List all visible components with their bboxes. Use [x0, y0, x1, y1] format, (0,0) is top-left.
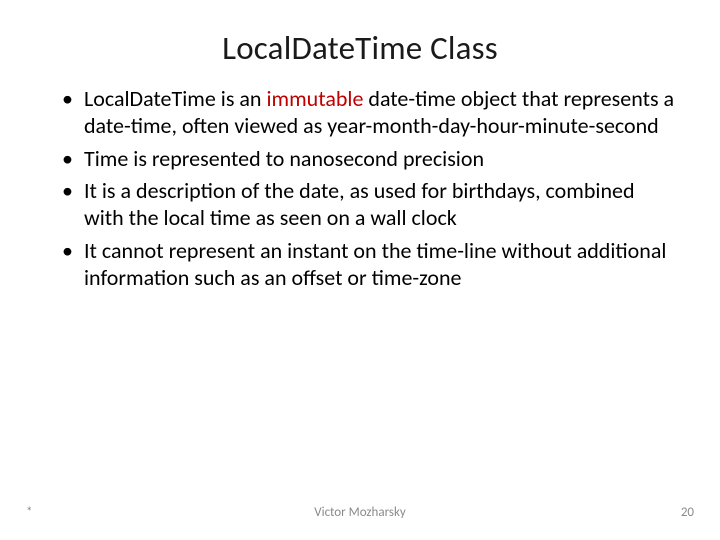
slide: LocalDateTime Class LocalDateTime is an …: [0, 0, 720, 540]
bullet-item: Time is represented to nanosecond precis…: [62, 146, 676, 173]
bullet-item: It cannot represent an instant on the ti…: [62, 238, 676, 292]
bullet-list: LocalDateTime is an immutable date-time …: [62, 86, 676, 292]
bullet-text-pre: Time is represented to nanosecond precis…: [84, 145, 484, 172]
footer-page-number: 20: [681, 505, 694, 520]
slide-title: LocalDateTime Class: [0, 0, 720, 86]
bullet-item: It is a description of the date, as used…: [62, 178, 676, 232]
bullet-text-pre: It is a description of the date, as used…: [84, 177, 635, 231]
slide-body: LocalDateTime is an immutable date-time …: [0, 86, 720, 292]
bullet-text-pre: It cannot represent an instant on the ti…: [84, 237, 666, 291]
footer-author: Victor Mozharsky: [0, 505, 720, 520]
bullet-text-pre: LocalDateTime is an: [84, 85, 266, 112]
bullet-item: LocalDateTime is an immutable date-time …: [62, 86, 676, 140]
bullet-text-highlight: immutable: [266, 85, 363, 112]
